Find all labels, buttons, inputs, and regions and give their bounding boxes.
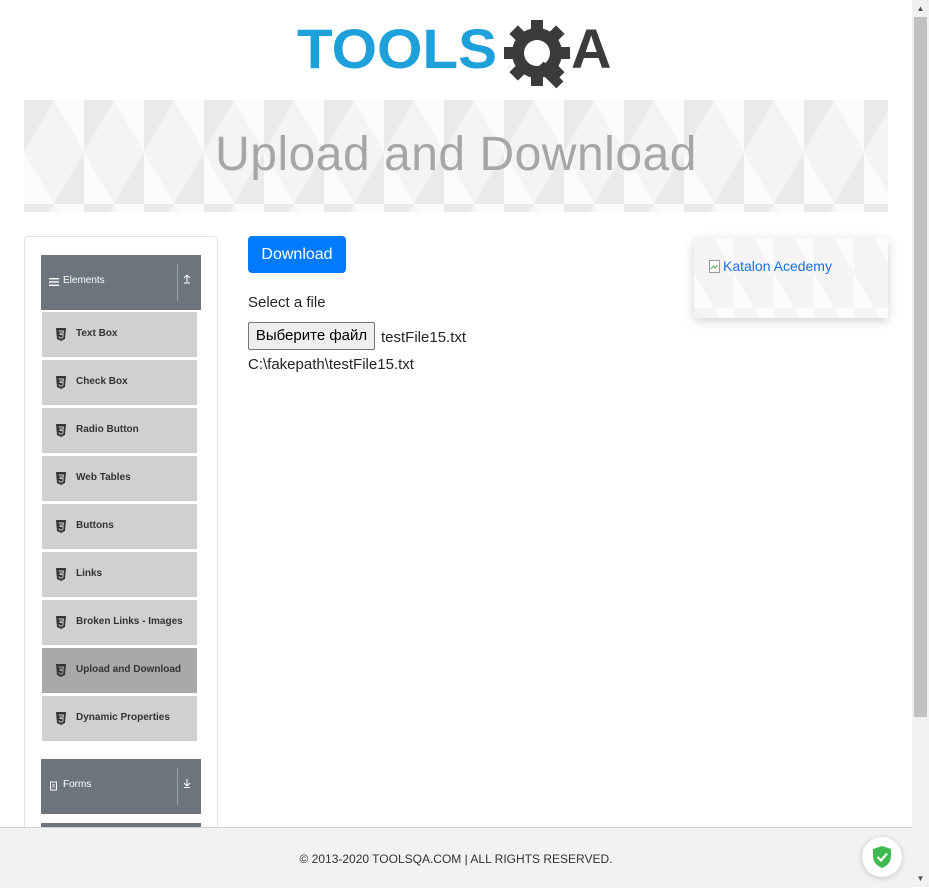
sidebar-item-label: Radio Button xyxy=(76,424,139,435)
sidebar-group-label: Elements xyxy=(63,275,105,286)
vertical-scrollbar[interactable]: ▲ ▼ xyxy=(912,0,929,887)
sidebar-item-label: Dynamic Properties xyxy=(76,712,170,723)
shield-check-icon xyxy=(873,846,891,868)
html5-icon xyxy=(56,328,66,341)
sidebar-group-forms[interactable]: Forms xyxy=(41,759,201,814)
hamburger-icon xyxy=(49,278,59,286)
sidebar-group-label: Forms xyxy=(63,779,92,790)
security-shield-button[interactable] xyxy=(862,837,902,877)
sidebar-item-text-box[interactable]: Text Box xyxy=(42,312,197,358)
page-title: Upload and Download xyxy=(215,128,697,181)
copyright-text: © 2013-2020 TOOLSQA.COM | ALL RIGHTS RES… xyxy=(299,852,613,866)
sidebar-item-dynamic-properties[interactable]: Dynamic Properties xyxy=(42,696,197,742)
sidebar-item-buttons[interactable]: Buttons xyxy=(42,504,197,550)
gear-icon xyxy=(504,20,570,89)
divider xyxy=(177,264,178,301)
ad-alt-text: Katalon Acedemy xyxy=(723,258,832,274)
html5-icon xyxy=(56,424,66,437)
sidebar-item-label: Check Box xyxy=(76,376,128,387)
sidebar-group-elements[interactable]: Elements xyxy=(41,255,201,310)
document-icon xyxy=(50,781,57,791)
ad-link[interactable]: Katalon Acedemy xyxy=(709,258,832,274)
uploaded-file-path: C:\fakepath\testFile15.txt xyxy=(248,356,414,373)
toolsqa-logo[interactable]: TOOLS A xyxy=(297,16,621,90)
sidebar-item-check-box[interactable]: Check Box xyxy=(42,360,197,406)
choose-file-button[interactable]: Выберите файл xyxy=(248,322,375,350)
scroll-down-icon[interactable]: ▼ xyxy=(912,870,929,887)
html5-icon xyxy=(56,520,66,533)
divider xyxy=(177,768,178,805)
sidebar-item-web-tables[interactable]: Web Tables xyxy=(42,456,197,502)
sidebar-item-label: Links xyxy=(76,568,103,579)
html5-icon xyxy=(56,712,66,725)
arrow-up-icon[interactable] xyxy=(181,273,193,291)
scrollbar-thumb[interactable] xyxy=(914,17,927,717)
sidebar-item-label: Broken Links - Images xyxy=(76,616,183,627)
html5-icon xyxy=(56,664,66,677)
download-button[interactable]: Download xyxy=(248,236,346,273)
broken-image-icon xyxy=(709,259,720,273)
footer: © 2013-2020 TOOLSQA.COM | ALL RIGHTS RES… xyxy=(0,827,912,888)
sidebar-item-broken-links[interactable]: Broken Links - Images xyxy=(42,600,197,646)
sidebar-item-label: Buttons xyxy=(76,520,114,531)
logo-text-tools: TOOLS xyxy=(297,17,497,80)
html5-icon xyxy=(56,568,66,581)
sidebar-item-label: Web Tables xyxy=(76,472,131,483)
sidebar-item-upload-download[interactable]: Upload and Download xyxy=(42,648,197,694)
selected-file-name: testFile15.txt xyxy=(381,329,467,346)
arrow-down-icon[interactable] xyxy=(181,777,193,795)
sidebar-item-label: Upload and Download xyxy=(76,664,181,675)
sidebar: Elements Text Box Check Box Radio Button… xyxy=(24,236,218,858)
html5-icon xyxy=(56,472,66,485)
sidebar-item-radio-button[interactable]: Radio Button xyxy=(42,408,197,454)
html5-icon xyxy=(56,376,66,389)
html5-icon xyxy=(56,616,66,629)
page-banner: Upload and Download xyxy=(24,100,888,212)
scroll-up-icon[interactable]: ▲ xyxy=(912,0,929,17)
ad-banner: Katalon Acedemy xyxy=(694,238,888,318)
logo-text-a: A xyxy=(571,17,611,80)
sidebar-item-links[interactable]: Links xyxy=(42,552,197,598)
sidebar-item-label: Text Box xyxy=(76,328,118,339)
select-file-label: Select a file xyxy=(248,294,326,311)
